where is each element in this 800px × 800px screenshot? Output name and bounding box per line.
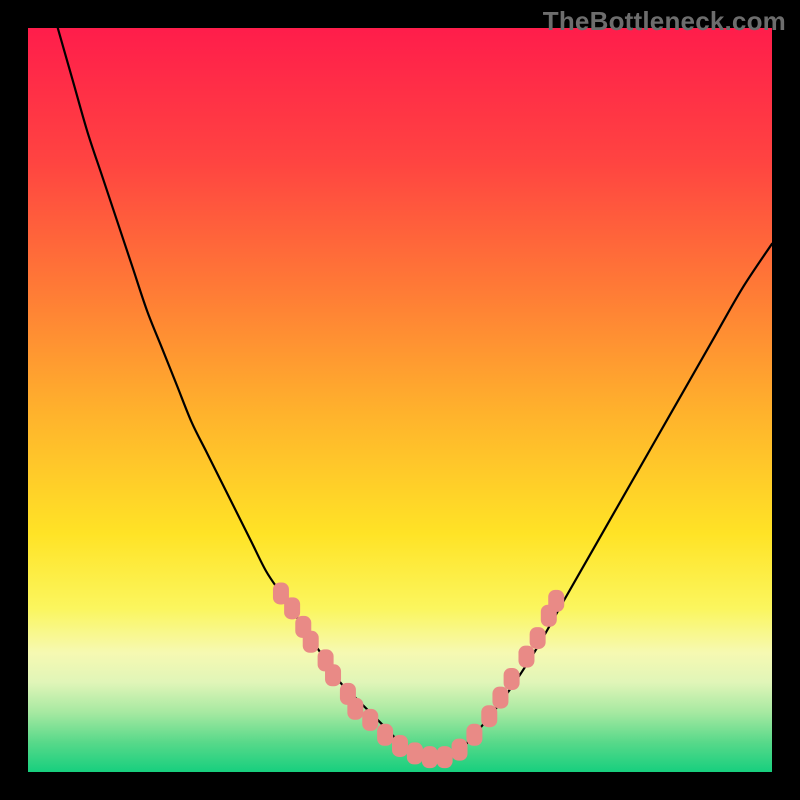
bead-marker	[437, 746, 453, 768]
bead-marker	[362, 709, 378, 731]
bead-marker	[548, 590, 564, 612]
bead-marker	[303, 631, 319, 653]
bead-marker	[504, 668, 520, 690]
bead-marker	[392, 735, 408, 757]
bead-marker	[407, 742, 423, 764]
bead-marker	[466, 724, 482, 746]
bead-marker	[530, 627, 546, 649]
watermark-text: TheBottleneck.com	[543, 6, 786, 37]
plot-area	[28, 28, 772, 772]
bead-marker	[325, 664, 341, 686]
bead-marker	[284, 597, 300, 619]
bead-marker	[452, 739, 468, 761]
bead-marker	[422, 746, 438, 768]
bead-marker	[347, 698, 363, 720]
bead-marker	[481, 705, 497, 727]
bottleneck-curve	[58, 28, 772, 758]
bead-marker	[492, 687, 508, 709]
bead-marker	[377, 724, 393, 746]
curve-layer	[28, 28, 772, 772]
bead-marker	[518, 646, 534, 668]
bottleneck-chart: TheBottleneck.com	[0, 0, 800, 800]
